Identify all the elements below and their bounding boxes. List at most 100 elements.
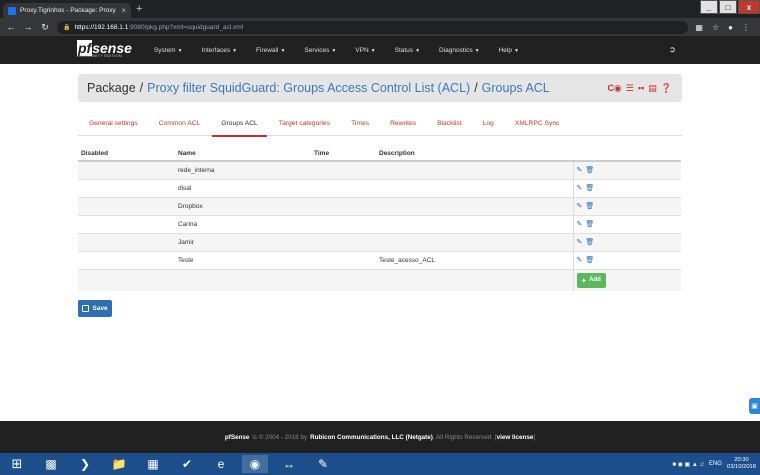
file-explorer-icon[interactable]: 📁	[106, 455, 132, 473]
cell-time	[311, 250, 376, 269]
menu-status[interactable]: Status ▼	[395, 47, 430, 54]
browser-tab[interactable]: Proxy.Tigrinhos - Package: Proxy ×	[3, 3, 131, 18]
translate-icon[interactable]: ▦	[695, 23, 703, 32]
browser-tabstrip: Proxy.Tigrinhos - Package: Proxy × + _ □…	[0, 0, 760, 18]
close-tab-icon[interactable]: ×	[121, 6, 126, 15]
menu-firewall[interactable]: Firewall ▼	[256, 47, 295, 54]
table-row[interactable]: Dropbox ✎ 🗑	[78, 196, 681, 215]
close-window-button[interactable]: x	[738, 0, 760, 14]
edit-pencil-icon[interactable]: ✎	[577, 202, 583, 210]
menu-services[interactable]: Services ▼	[304, 47, 346, 54]
tab-common-acl[interactable]: Common ACL	[159, 112, 201, 136]
menu-vpn[interactable]: VPN ▼	[355, 47, 385, 54]
cell-actions: ✎ 🗑	[572, 160, 681, 179]
cell-actions: ✎ 🗑	[572, 196, 681, 215]
menu-diagnostics[interactable]: Diagnostics ▼	[439, 47, 490, 54]
cell-disabled	[78, 250, 175, 269]
cell-time	[311, 214, 376, 233]
delete-trash-icon[interactable]: 🗑	[585, 220, 594, 228]
tab-rewrites[interactable]: Rewrites	[390, 112, 416, 136]
footer-company[interactable]: Rubicon Communications, LLC (Netgate)	[310, 434, 433, 441]
paint-icon[interactable]: ✎	[310, 455, 336, 473]
extension-icon[interactable]: ●	[728, 23, 733, 32]
service-status-icon[interactable]: C◉	[607, 83, 621, 94]
bookmark-star-icon[interactable]: ☆	[712, 23, 719, 32]
table-row[interactable]: Jamir ✎ 🗑	[78, 232, 681, 251]
tab-log[interactable]: Log	[483, 112, 494, 136]
pfsense-logo[interactable]: pfsense COMMUNITY EDITION	[77, 40, 132, 58]
tab-general-settings[interactable]: General settings	[89, 112, 138, 136]
chrome-icon[interactable]: ◉	[242, 455, 268, 473]
cell-name: disal	[175, 178, 311, 197]
cell-description	[376, 196, 573, 215]
menu-system[interactable]: System ▼	[154, 47, 193, 54]
cell-name: Carina	[175, 214, 311, 233]
browser-menu-icon[interactable]: ⋮	[742, 23, 750, 32]
server-manager-icon[interactable]: ▩	[38, 455, 64, 473]
edit-pencil-icon[interactable]: ✎	[577, 184, 583, 192]
edit-pencil-icon[interactable]: ✎	[577, 166, 583, 174]
page-header: Package / Proxy filter SquidGuard: Groups …	[78, 74, 682, 102]
tab-blacklist[interactable]: Blacklist	[437, 112, 462, 136]
internet-explorer-icon[interactable]: e	[208, 455, 234, 473]
header-icons: C◉ ☰ ▪▪ ▤ ❓	[607, 83, 672, 94]
delete-trash-icon[interactable]: 🗑	[585, 202, 594, 210]
delete-trash-icon[interactable]: 🗑	[585, 184, 594, 192]
powershell-icon[interactable]: ❯	[72, 455, 98, 473]
menu-interfaces[interactable]: Interfaces ▼	[202, 47, 248, 54]
table-header-row: Disabled Name Time Description	[78, 147, 681, 162]
breadcrumb-groups-acl[interactable]: Groups ACL	[482, 81, 550, 95]
edit-pencil-icon[interactable]: ✎	[577, 220, 583, 228]
tools-icon[interactable]: ✔	[174, 455, 200, 473]
log-list-icon[interactable]: ▤	[648, 83, 657, 94]
system-tray: ■ ◉ ▣ ▲ ♫ ENG 20:30 03/10/2018	[672, 453, 756, 475]
col-disabled: Disabled	[78, 147, 175, 162]
windows-start-icon[interactable]: ⊞	[4, 455, 30, 473]
cell-disabled	[78, 160, 175, 179]
back-icon[interactable]: ←	[6, 22, 16, 32]
settings-sliders-icon[interactable]: ☰	[626, 83, 634, 94]
new-tab-button[interactable]: +	[136, 3, 142, 15]
tray-icons[interactable]: ■ ◉ ▣ ▲ ♫	[672, 461, 704, 468]
browser-toolbar: ← → ↻ 🔒 https://192.168.1.1:9080/pkg.php…	[0, 18, 760, 36]
add-button[interactable]: + Add	[576, 272, 606, 288]
breadcrumb-squidguard-acl[interactable]: Proxy filter SquidGuard: Groups Access C…	[147, 81, 470, 95]
caret-down-icon: ▼	[370, 47, 376, 54]
help-icon[interactable]: ❓	[661, 83, 672, 94]
delete-trash-icon[interactable]: 🗑	[585, 238, 594, 246]
url-path: :9080/pkg.php?xml=squidguard_acl.xml	[128, 23, 244, 31]
teamviewer-icon[interactable]: ↔	[276, 455, 302, 473]
table-row[interactable]: Carina ✎ 🗑	[78, 214, 681, 233]
table-row[interactable]: Teste Teste_acesso_ACL ✎ 🗑	[78, 250, 681, 269]
table-row[interactable]: rede_interna ✎ 🗑	[78, 160, 681, 179]
reload-icon[interactable]: ↻	[40, 22, 50, 33]
language-indicator[interactable]: ENG	[709, 461, 722, 467]
delete-trash-icon[interactable]: 🗑	[585, 256, 594, 264]
remote-support-widget-icon[interactable]: ▣	[749, 398, 760, 414]
chart-icon[interactable]: ▪▪	[638, 83, 644, 94]
tab-times[interactable]: Times	[351, 112, 369, 136]
menu-help[interactable]: Help ▼	[499, 47, 529, 54]
edit-pencil-icon[interactable]: ✎	[577, 256, 583, 264]
network-icon[interactable]: ▦	[140, 455, 166, 473]
cell-actions: ✎ 🗑	[572, 250, 681, 269]
delete-trash-icon[interactable]: 🗑	[585, 166, 594, 174]
minimize-button[interactable]: _	[700, 0, 718, 14]
footer-license-link[interactable]: view license	[497, 434, 534, 441]
save-button[interactable]: Save	[78, 300, 112, 317]
cell-description	[376, 178, 573, 197]
clock[interactable]: 20:30 03/10/2018	[727, 457, 756, 471]
col-name: Name	[175, 147, 311, 162]
forward-icon[interactable]: →	[23, 22, 33, 32]
clock-time: 20:30	[734, 457, 749, 463]
cell-time	[311, 196, 376, 215]
maximize-button[interactable]: □	[719, 0, 737, 14]
address-bar[interactable]: 🔒 https://192.168.1.1:9080/pkg.php?xml=s…	[57, 20, 689, 34]
cell-disabled	[78, 178, 175, 197]
tab-target-categories[interactable]: Target categories	[279, 112, 330, 136]
tab-groups-acl[interactable]: Groups ACL	[212, 112, 268, 137]
edit-pencil-icon[interactable]: ✎	[577, 238, 583, 246]
logout-icon[interactable]: ➲	[669, 45, 676, 54]
table-row[interactable]: disal ✎ 🗑	[78, 178, 681, 197]
tab-xmlrpc-sync[interactable]: XMLRPC Sync	[515, 112, 560, 136]
